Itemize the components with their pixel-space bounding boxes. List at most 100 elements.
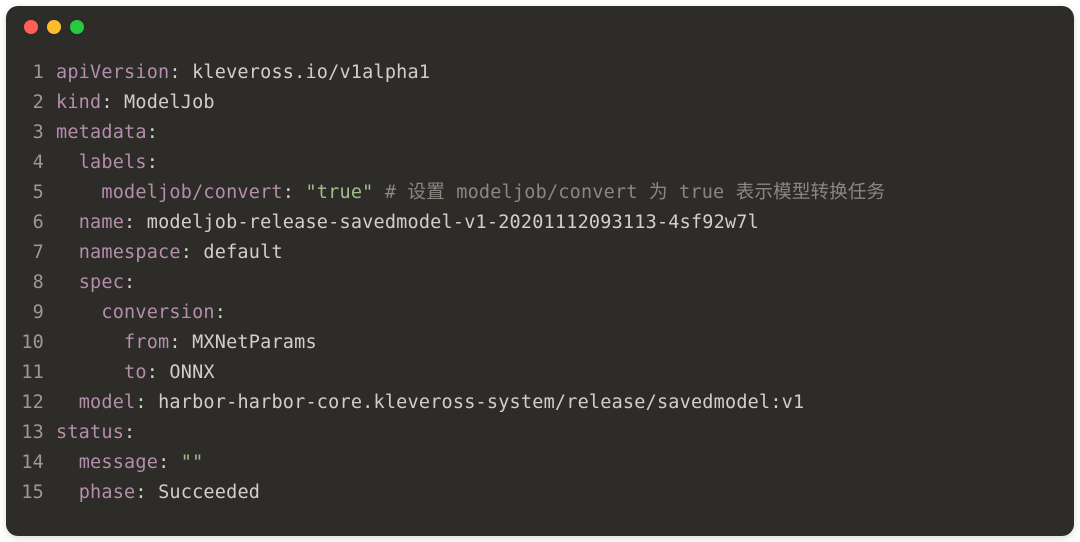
token-val: ModelJob	[124, 92, 215, 113]
token-str: "true"	[305, 182, 373, 203]
line-content: kind: ModelJob	[56, 88, 1062, 118]
token-punct: :	[147, 362, 170, 383]
code-line: 5 modeljob/convert: "true" # 设置 modeljob…	[18, 178, 1062, 208]
zoom-icon[interactable]	[70, 20, 84, 34]
token-val: ONNX	[169, 362, 214, 383]
code-line: 14 message: ""	[18, 448, 1062, 478]
line-content: conversion:	[56, 298, 1062, 328]
line-content: modeljob/convert: "true" # 设置 modeljob/c…	[56, 178, 1062, 208]
line-content: from: MXNetParams	[56, 328, 1062, 358]
token-val: kleveross.io/v1alpha1	[192, 62, 430, 83]
line-content: model: harbor-harbor-core.kleveross-syst…	[56, 388, 1062, 418]
line-content: labels:	[56, 148, 1062, 178]
code-line: 4 labels:	[18, 148, 1062, 178]
code-line: 10 from: MXNetParams	[18, 328, 1062, 358]
token-val: default	[203, 242, 282, 263]
line-number: 3	[18, 118, 56, 148]
token-key: status	[56, 422, 124, 443]
line-content: to: ONNX	[56, 358, 1062, 388]
token-key: labels	[79, 152, 147, 173]
close-icon[interactable]	[24, 20, 38, 34]
token-val	[56, 182, 101, 203]
window-titlebar	[6, 6, 1074, 40]
token-key: phase	[79, 482, 136, 503]
token-comment: # 设置 modeljob/convert 为 true 表示模型转换任务	[385, 182, 886, 203]
token-key: spec	[79, 272, 124, 293]
line-number: 7	[18, 238, 56, 268]
token-val: harbor-harbor-core.kleveross-system/rele…	[158, 392, 804, 413]
token-punct: :	[147, 152, 158, 173]
code-line: 9 conversion:	[18, 298, 1062, 328]
line-number: 1	[18, 58, 56, 88]
token-key: kind	[56, 92, 101, 113]
token-val	[56, 242, 79, 263]
line-number: 5	[18, 178, 56, 208]
code-line: 6 name: modeljob-release-savedmodel-v1-2…	[18, 208, 1062, 238]
code-line: 3metadata:	[18, 118, 1062, 148]
token-val	[56, 212, 79, 233]
token-val: Succeeded	[158, 482, 260, 503]
token-key: metadata	[56, 122, 147, 143]
token-key: namespace	[79, 242, 181, 263]
line-content: apiVersion: kleveross.io/v1alpha1	[56, 58, 1062, 88]
line-content: status:	[56, 418, 1062, 448]
token-punct: :	[135, 392, 158, 413]
line-number: 10	[18, 328, 56, 358]
token-punct: :	[124, 212, 147, 233]
line-number: 11	[18, 358, 56, 388]
line-content: metadata:	[56, 118, 1062, 148]
code-line: 1apiVersion: kleveross.io/v1alpha1	[18, 58, 1062, 88]
token-val	[56, 152, 79, 173]
line-number: 15	[18, 478, 56, 508]
token-punct: :	[147, 122, 158, 143]
code-line: 8 spec:	[18, 268, 1062, 298]
code-line: 15 phase: Succeeded	[18, 478, 1062, 508]
token-key: to	[124, 362, 147, 383]
token-punct: :	[215, 302, 226, 323]
code-line: 7 namespace: default	[18, 238, 1062, 268]
token-key: message	[79, 452, 158, 473]
line-content: name: modeljob-release-savedmodel-v1-202…	[56, 208, 1062, 238]
token-val	[56, 362, 124, 383]
code-line: 13status:	[18, 418, 1062, 448]
line-content: phase: Succeeded	[56, 478, 1062, 508]
token-val	[56, 452, 79, 473]
token-punct: :	[283, 182, 306, 203]
token-punct: :	[169, 332, 192, 353]
line-number: 9	[18, 298, 56, 328]
line-content: message: ""	[56, 448, 1062, 478]
code-window: 1apiVersion: kleveross.io/v1alpha12kind:…	[6, 6, 1074, 536]
line-number: 13	[18, 418, 56, 448]
token-val	[56, 482, 79, 503]
token-val: modeljob-release-savedmodel-v1-202011120…	[147, 212, 759, 233]
token-key: apiVersion	[56, 62, 169, 83]
token-val	[56, 392, 79, 413]
line-number: 6	[18, 208, 56, 238]
token-key: model	[79, 392, 136, 413]
token-val	[374, 182, 385, 203]
line-number: 8	[18, 268, 56, 298]
token-val	[56, 302, 101, 323]
line-content: spec:	[56, 268, 1062, 298]
token-key: name	[79, 212, 124, 233]
token-key: conversion	[101, 302, 214, 323]
code-line: 2kind: ModelJob	[18, 88, 1062, 118]
token-str: ""	[181, 452, 204, 473]
token-punct: :	[181, 242, 204, 263]
line-number: 2	[18, 88, 56, 118]
token-punct: :	[158, 452, 181, 473]
line-number: 12	[18, 388, 56, 418]
line-number: 14	[18, 448, 56, 478]
token-val	[56, 332, 124, 353]
code-line: 11 to: ONNX	[18, 358, 1062, 388]
line-number: 4	[18, 148, 56, 178]
token-key: from	[124, 332, 169, 353]
token-punct: :	[169, 62, 192, 83]
minimize-icon[interactable]	[47, 20, 61, 34]
code-line: 12 model: harbor-harbor-core.kleveross-s…	[18, 388, 1062, 418]
token-val: MXNetParams	[192, 332, 317, 353]
token-val	[56, 272, 79, 293]
token-punct: :	[124, 272, 135, 293]
token-key: modeljob/convert	[101, 182, 282, 203]
token-punct: :	[135, 482, 158, 503]
